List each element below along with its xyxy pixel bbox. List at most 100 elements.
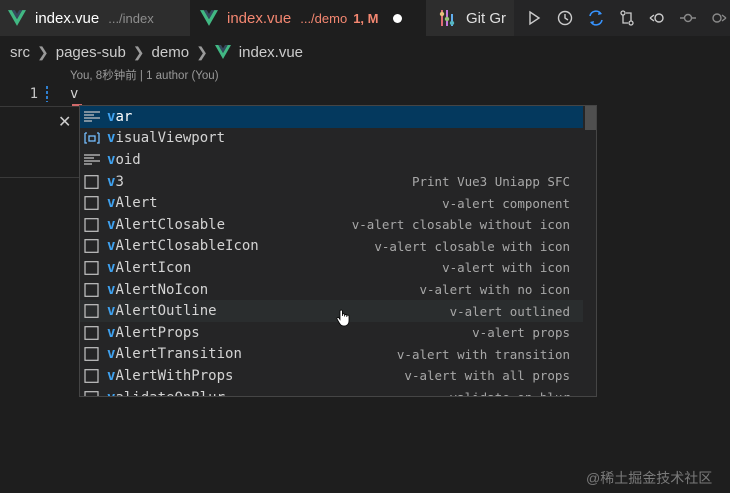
snippet-box-icon bbox=[83, 239, 101, 254]
vue-logo-icon bbox=[214, 45, 231, 59]
snippet-box-icon bbox=[83, 282, 101, 297]
tab-path: .../index bbox=[108, 10, 154, 26]
suggestion-label: vAlertIcon bbox=[107, 260, 191, 276]
breadcrumb-item[interactable]: index.vue bbox=[239, 44, 303, 61]
unsaved-dot-icon[interactable] bbox=[393, 13, 403, 23]
variable-icon bbox=[83, 131, 101, 145]
snippet-icon bbox=[83, 153, 101, 167]
tab-title: index.vue bbox=[227, 9, 292, 27]
suggestion-item[interactable]: vAlertNoIcon v-alert with no icon bbox=[80, 279, 583, 301]
suggestion-item[interactable]: vAlertIcon v-alert with icon bbox=[80, 257, 583, 279]
suggestion-item[interactable]: v3 Print Vue3 Uniapp SFC bbox=[80, 171, 583, 193]
tab-title: index.vue bbox=[35, 9, 100, 27]
history-icon[interactable] bbox=[554, 7, 576, 29]
suggestion-label: vAlertNoIcon bbox=[107, 282, 208, 298]
vue-logo-icon bbox=[200, 10, 218, 26]
go-back-icon[interactable] bbox=[646, 7, 668, 29]
commit-icon[interactable] bbox=[677, 7, 699, 29]
breadcrumb-item[interactable]: demo bbox=[152, 44, 190, 61]
suggestion-rest: ar bbox=[115, 108, 133, 125]
tab-problem-status: 1, M bbox=[353, 10, 379, 26]
suggestion-rest: alidateOnBlur bbox=[115, 390, 225, 396]
snippet-box-icon bbox=[83, 325, 101, 340]
suggestion-rest: AlertOutline bbox=[115, 303, 217, 320]
snippet-box-icon bbox=[83, 390, 101, 396]
codelens-blame[interactable]: You, 8秒钟前 | 1 author (You) bbox=[70, 67, 219, 83]
suggestion-item[interactable]: vAlertClosableIcon v-alert closable with … bbox=[80, 236, 583, 258]
suggestion-item[interactable]: visualViewport bbox=[80, 128, 583, 150]
breadcrumb-item[interactable]: pages-sub bbox=[56, 44, 126, 61]
hand-cursor-icon bbox=[336, 309, 350, 327]
suggestion-label: v3 bbox=[107, 174, 124, 190]
suggestion-item[interactable]: validateOnBlur validate on blur bbox=[80, 387, 583, 396]
suggestion-rest: AlertWithProps bbox=[115, 367, 234, 384]
vue-logo-icon bbox=[8, 10, 26, 26]
suggestion-rest: oid bbox=[115, 151, 141, 168]
suggestion-rest: AlertProps bbox=[115, 324, 200, 341]
suggestion-rest: Alert bbox=[115, 195, 158, 212]
git-graph-icon bbox=[439, 10, 455, 26]
snippet-box-icon bbox=[83, 174, 101, 189]
suggestion-label: var bbox=[107, 109, 132, 125]
snippet-box-icon bbox=[83, 261, 101, 275]
tab-title: Git Gr bbox=[466, 9, 506, 27]
suggestion-detail: v-alert closable without icon bbox=[351, 217, 570, 233]
suggestion-label: vAlertWithProps bbox=[107, 368, 233, 384]
suggestion-item[interactable]: var bbox=[80, 106, 583, 128]
suggestion-item[interactable]: vAlertProps v-alert props bbox=[80, 322, 583, 344]
snippet-box-icon bbox=[83, 217, 101, 232]
code-line[interactable]: v bbox=[70, 86, 78, 102]
snippet-box-icon bbox=[83, 304, 101, 319]
suggestion-label: vAlertClosableIcon bbox=[107, 238, 259, 254]
suggestion-item[interactable]: vAlertOutline v-alert outlined bbox=[80, 300, 583, 322]
run-icon[interactable] bbox=[523, 7, 545, 29]
breadcrumb: src ❯ pages-sub ❯ demo ❯ index.vue bbox=[10, 42, 303, 62]
breadcrumb-item[interactable]: src bbox=[10, 44, 30, 61]
suggestion-label: vAlert bbox=[107, 195, 158, 211]
sync-icon[interactable] bbox=[585, 7, 607, 29]
suggestion-detail: v-alert with icon bbox=[442, 260, 570, 276]
suggestion-detail: v-alert props bbox=[472, 325, 570, 341]
tab-active-index-vue[interactable]: index.vue .../demo 1, M bbox=[190, 0, 426, 36]
suggestion-label: vAlertTransition bbox=[107, 346, 242, 362]
compare-icon[interactable] bbox=[616, 7, 638, 29]
suggestion-rest: isualViewport bbox=[115, 130, 226, 147]
suggestion-detail: Print Vue3 Uniapp SFC bbox=[411, 174, 570, 190]
suggestion-item[interactable]: void bbox=[80, 149, 583, 171]
close-icon[interactable]: ✕ bbox=[58, 112, 71, 132]
suggestion-label: vAlertOutline bbox=[107, 303, 217, 319]
suggestion-item[interactable]: vAlert v-alert component bbox=[80, 192, 583, 214]
suggestion-detail: v-alert with no icon bbox=[419, 282, 570, 298]
suggestion-label: vAlertProps bbox=[107, 325, 200, 341]
suggestion-item[interactable]: vAlertWithProps v-alert with all props bbox=[80, 365, 583, 387]
suggestion-detail: v-alert component bbox=[442, 195, 570, 211]
suggestion-rest: 3 bbox=[115, 173, 124, 190]
suggestion-label: void bbox=[107, 152, 141, 168]
suggestion-rest: AlertClosable bbox=[115, 216, 226, 233]
suggestion-item[interactable]: vAlertClosable v-alert closable without i… bbox=[80, 214, 583, 236]
suggestion-detail: validate on blur bbox=[450, 390, 570, 396]
scrollbar-thumb[interactable] bbox=[585, 106, 596, 130]
suggestion-label: validateOnBlur bbox=[107, 390, 225, 396]
tab-index-vue[interactable]: index.vue .../index bbox=[0, 0, 190, 36]
suggestion-label: visualViewport bbox=[107, 130, 225, 146]
suggestion-rest: AlertNoIcon bbox=[115, 281, 209, 298]
suggestion-rest: AlertClosableIcon bbox=[115, 238, 259, 255]
watermark: @稀土掘金技术社区 bbox=[586, 470, 713, 486]
suggestion-detail: v-alert with all props bbox=[404, 368, 570, 384]
chevron-right-icon: ❯ bbox=[37, 43, 49, 60]
tab-path: .../demo bbox=[300, 10, 348, 26]
tab-git-graph[interactable]: Git Gr bbox=[426, 0, 514, 36]
snippet-box-icon bbox=[83, 196, 101, 211]
chevron-right-icon: ❯ bbox=[196, 43, 208, 60]
suggestion-detail: v-alert outlined bbox=[449, 303, 570, 319]
suggestion-detail: v-alert with transition bbox=[396, 346, 570, 362]
git-change-marker[interactable] bbox=[46, 86, 48, 102]
snippet-box-icon bbox=[83, 369, 101, 383]
go-forward-icon[interactable] bbox=[708, 7, 730, 29]
suggestion-item[interactable]: vAlertTransition v-alert with transition bbox=[80, 344, 583, 366]
editor-actions bbox=[514, 0, 730, 36]
snippet-box-icon bbox=[83, 347, 101, 362]
suggestion-label: vAlertClosable bbox=[107, 217, 225, 233]
snippet-icon bbox=[83, 110, 101, 124]
